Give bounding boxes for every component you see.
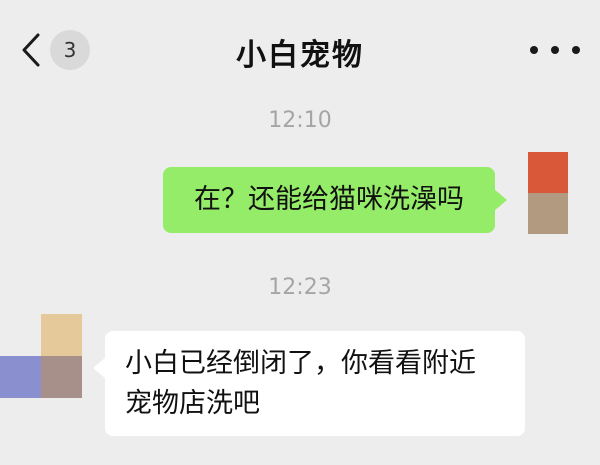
chat-title: 小白宠物 xyxy=(236,38,364,73)
message-text-line: 宠物店洗吧 xyxy=(125,388,260,419)
avatar-block xyxy=(528,193,568,234)
dot xyxy=(530,46,538,54)
message-text-line: 小白已经倒闭了，你看看附近 xyxy=(125,348,476,379)
contact-avatar[interactable] xyxy=(0,314,82,398)
timestamp: 12:23 xyxy=(268,275,332,300)
chat-header: 3 小白宠物 xyxy=(0,0,600,100)
avatar-block xyxy=(41,314,82,356)
avatar-block xyxy=(41,356,82,398)
timestamp: 12:10 xyxy=(268,108,332,133)
avatar-block xyxy=(528,152,568,193)
message-text: 在？还能给猫咪洗澡吗 xyxy=(194,184,464,215)
incoming-message-bubble[interactable]: 小白已经倒闭了，你看看附近 宠物店洗吧 xyxy=(93,331,525,436)
my-avatar[interactable] xyxy=(528,152,568,234)
dot xyxy=(551,46,559,54)
dot xyxy=(572,46,580,54)
avatar-block xyxy=(0,356,41,398)
outgoing-message-bubble[interactable]: 在？还能给猫咪洗澡吗 xyxy=(163,167,507,233)
more-dots-icon[interactable] xyxy=(530,38,580,62)
